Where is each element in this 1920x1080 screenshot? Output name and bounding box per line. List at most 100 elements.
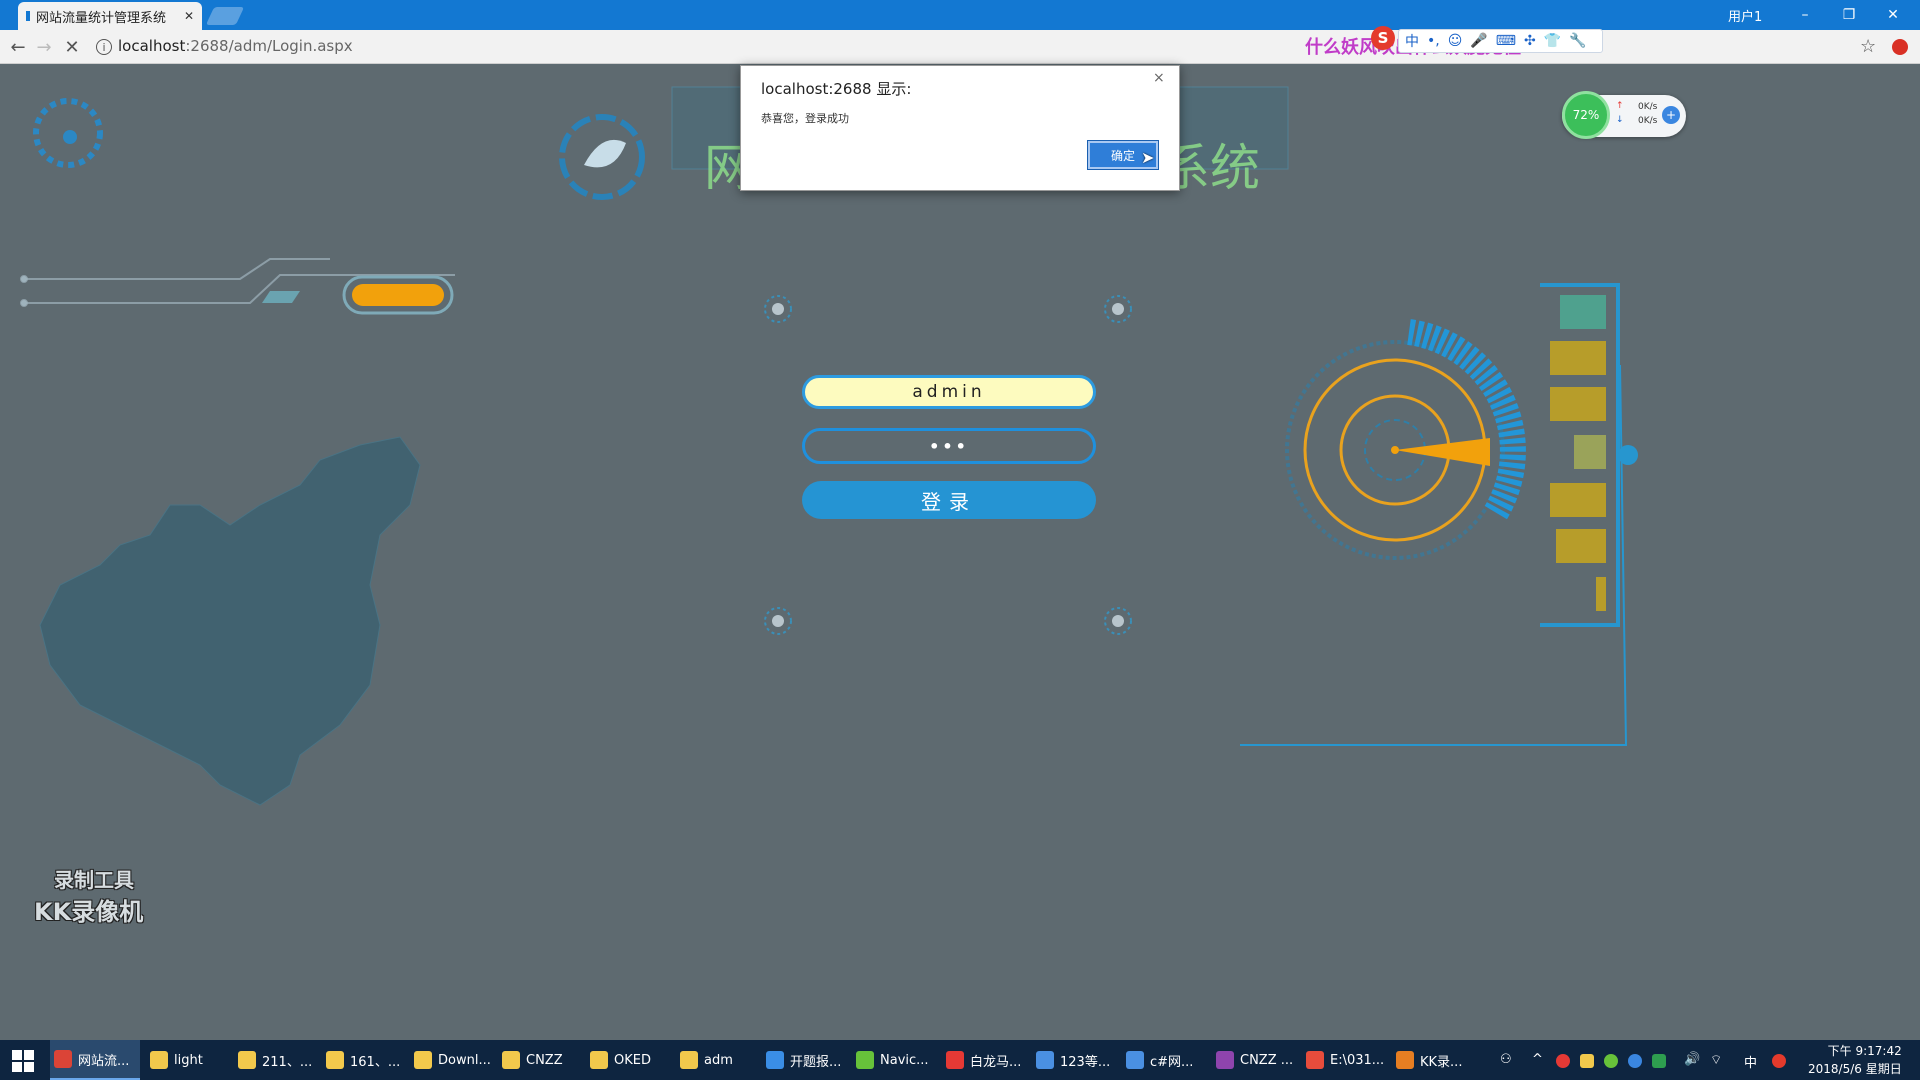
tray-wechat-icon[interactable]: [1604, 1054, 1618, 1068]
taskbar-item[interactable]: OKED: [586, 1040, 668, 1080]
taskbar-item-label: KK录...: [1420, 1054, 1463, 1070]
taskbar-item[interactable]: E:\031...: [1302, 1040, 1386, 1080]
taskbar-item[interactable]: 网站流...: [50, 1040, 140, 1080]
taskbar-item-label: E:\031...: [1330, 1052, 1385, 1068]
taskbar-item[interactable]: CNZZ ...: [1212, 1040, 1296, 1080]
corner-dots-decoration: [772, 303, 1124, 627]
taskbar-app-icon: [414, 1051, 432, 1069]
tab-title: 网站流量统计管理系统: [36, 10, 167, 26]
taskbar-app-icon: [326, 1051, 344, 1069]
tab-active[interactable]: 网站流量统计管理系统 ✕: [18, 2, 202, 30]
gear-core-icon: [63, 130, 77, 144]
login-button[interactable]: 登录: [802, 481, 1096, 519]
taskbar-item[interactable]: 开题报...: [762, 1040, 846, 1080]
tab-favicon-icon: [26, 11, 30, 21]
ime-tools-icon[interactable]: 🔧: [1569, 33, 1586, 49]
address-input[interactable]: localhost:2688/adm/Login.aspx: [118, 37, 353, 55]
taskbar-item-label: 161、...: [350, 1054, 401, 1070]
bluetooth-icon[interactable]: [1628, 1054, 1642, 1068]
alert-dialog: localhost:2688 显示: × 恭喜您，登录成功 确定 ➤: [740, 65, 1180, 191]
ime-voice-icon[interactable]: 🎤: [1470, 33, 1487, 49]
password-input[interactable]: •••: [802, 428, 1096, 464]
url-path: :2688/adm/Login.aspx: [185, 37, 353, 55]
ime-keyboard-icon[interactable]: ⌨: [1496, 33, 1516, 49]
site-info-icon[interactable]: i: [96, 39, 112, 55]
upload-rate: 0K/s: [1638, 102, 1658, 112]
ime-emoji-icon[interactable]: ☺: [1448, 33, 1463, 49]
taskbar-item[interactable]: 白龙马...: [942, 1040, 1026, 1080]
taskbar-item-label: CNZZ: [526, 1052, 563, 1068]
recorder-watermark-line1: 录制工具: [54, 868, 134, 892]
ime-lang-icon[interactable]: 中: [1405, 31, 1419, 51]
profile-user-label[interactable]: 用户1: [1728, 6, 1762, 25]
taskbar-item[interactable]: Navic...: [852, 1040, 936, 1080]
tray-antivirus-icon[interactable]: [1556, 1054, 1570, 1068]
clock-date: 2018/5/6 星期日: [1808, 1062, 1902, 1076]
download-arrow-icon: ↓: [1616, 115, 1624, 125]
taskbar-item-label: 白龙马...: [970, 1054, 1022, 1070]
taskbar-app-icon: [1216, 1051, 1234, 1069]
url-host: localhost: [118, 37, 186, 55]
tray-expand-icon[interactable]: ^: [1532, 1052, 1543, 1067]
windows-start-icon[interactable]: [12, 1050, 34, 1072]
extension-icon[interactable]: [1892, 39, 1908, 55]
restore-button[interactable]: ❐: [1826, 0, 1872, 30]
download-rate: 0K/s: [1638, 116, 1658, 126]
system-clock[interactable]: 下午 9:17:42 2018/5/6 星期日: [1808, 1042, 1902, 1078]
people-icon[interactable]: ⚇: [1500, 1052, 1512, 1067]
username-input[interactable]: admin: [802, 375, 1096, 409]
dialog-title: localhost:2688 显示:: [761, 80, 912, 98]
taskbar-item-label: CNZZ ...: [1240, 1052, 1294, 1068]
accelerate-icon[interactable]: +: [1662, 106, 1680, 124]
browser-title-bar: [0, 0, 1920, 30]
taskbar-item[interactable]: 123等...: [1032, 1040, 1116, 1080]
taskbar-item[interactable]: 211、...: [234, 1040, 316, 1080]
ime-shirt-icon[interactable]: 👕: [1544, 33, 1561, 49]
bookmark-star-icon[interactable]: ☆: [1860, 36, 1876, 57]
ime-skin-icon[interactable]: ✣: [1524, 33, 1536, 49]
close-window-button[interactable]: ✕: [1870, 0, 1916, 30]
taskbar-item[interactable]: c#网...: [1122, 1040, 1206, 1080]
cpu-usage-badge: 72%: [1562, 91, 1610, 139]
taskbar-item[interactable]: CNZZ: [498, 1040, 580, 1080]
taskbar-app-icon: [54, 1050, 72, 1068]
taskbar-app-icon: [150, 1051, 168, 1069]
taskbar-item-label: 123等...: [1060, 1054, 1111, 1070]
taskbar-item-label: Downl...: [438, 1052, 491, 1068]
taskbar-item[interactable]: adm: [676, 1040, 756, 1080]
taskbar-item[interactable]: light: [146, 1040, 228, 1080]
taskbar-app-icon: [238, 1051, 256, 1069]
taskbar-item[interactable]: Downl...: [410, 1040, 492, 1080]
clock-time: 下午 9:17:42: [1827, 1044, 1902, 1058]
bar-panel-decoration: [1240, 283, 1638, 746]
ime-toolbar: 中 •, ☺ 🎤 ⌨ ✣ 👕 🔧: [1398, 29, 1603, 53]
dialog-close-icon[interactable]: ×: [1153, 70, 1165, 86]
taskbar-item[interactable]: 161、...: [322, 1040, 404, 1080]
back-icon[interactable]: ←: [6, 36, 30, 58]
wifi-icon[interactable]: ⌔: [1710, 1052, 1722, 1068]
volume-icon[interactable]: 🔊: [1684, 1052, 1700, 1067]
taskbar-item-label: Navic...: [880, 1052, 929, 1068]
stop-loading-icon[interactable]: ✕: [60, 36, 84, 58]
taskbar-app-icon: [680, 1051, 698, 1069]
taskbar-app-icon: [1396, 1051, 1414, 1069]
radar-gauge-icon: [1285, 319, 1526, 560]
ime-punct-icon[interactable]: •,: [1427, 33, 1440, 49]
tray-app-icon[interactable]: [1580, 1054, 1594, 1068]
taskbar-app-icon: [590, 1051, 608, 1069]
sogou-ime-logo-icon[interactable]: S: [1371, 26, 1395, 50]
input-language-indicator[interactable]: 中: [1744, 1052, 1757, 1071]
heading-logo-icon: [559, 114, 645, 200]
tray-monitor-icon[interactable]: [1652, 1054, 1666, 1068]
taskbar-app-icon: [946, 1051, 964, 1069]
tray-sogou-icon[interactable]: [1772, 1054, 1786, 1068]
taskbar-app-icon: [766, 1051, 784, 1069]
dialog-message: 恭喜您，登录成功: [761, 112, 849, 125]
forward-icon[interactable]: →: [32, 36, 56, 58]
minimize-button[interactable]: –: [1782, 0, 1828, 30]
tab-close-icon[interactable]: ✕: [184, 9, 194, 23]
taskbar-item[interactable]: KK录...: [1392, 1040, 1476, 1080]
recorder-watermark-line2: KK录像机: [34, 898, 144, 926]
hud-decoration-svg: [20, 86, 1638, 806]
mouse-cursor-icon: ➤: [1141, 148, 1155, 167]
